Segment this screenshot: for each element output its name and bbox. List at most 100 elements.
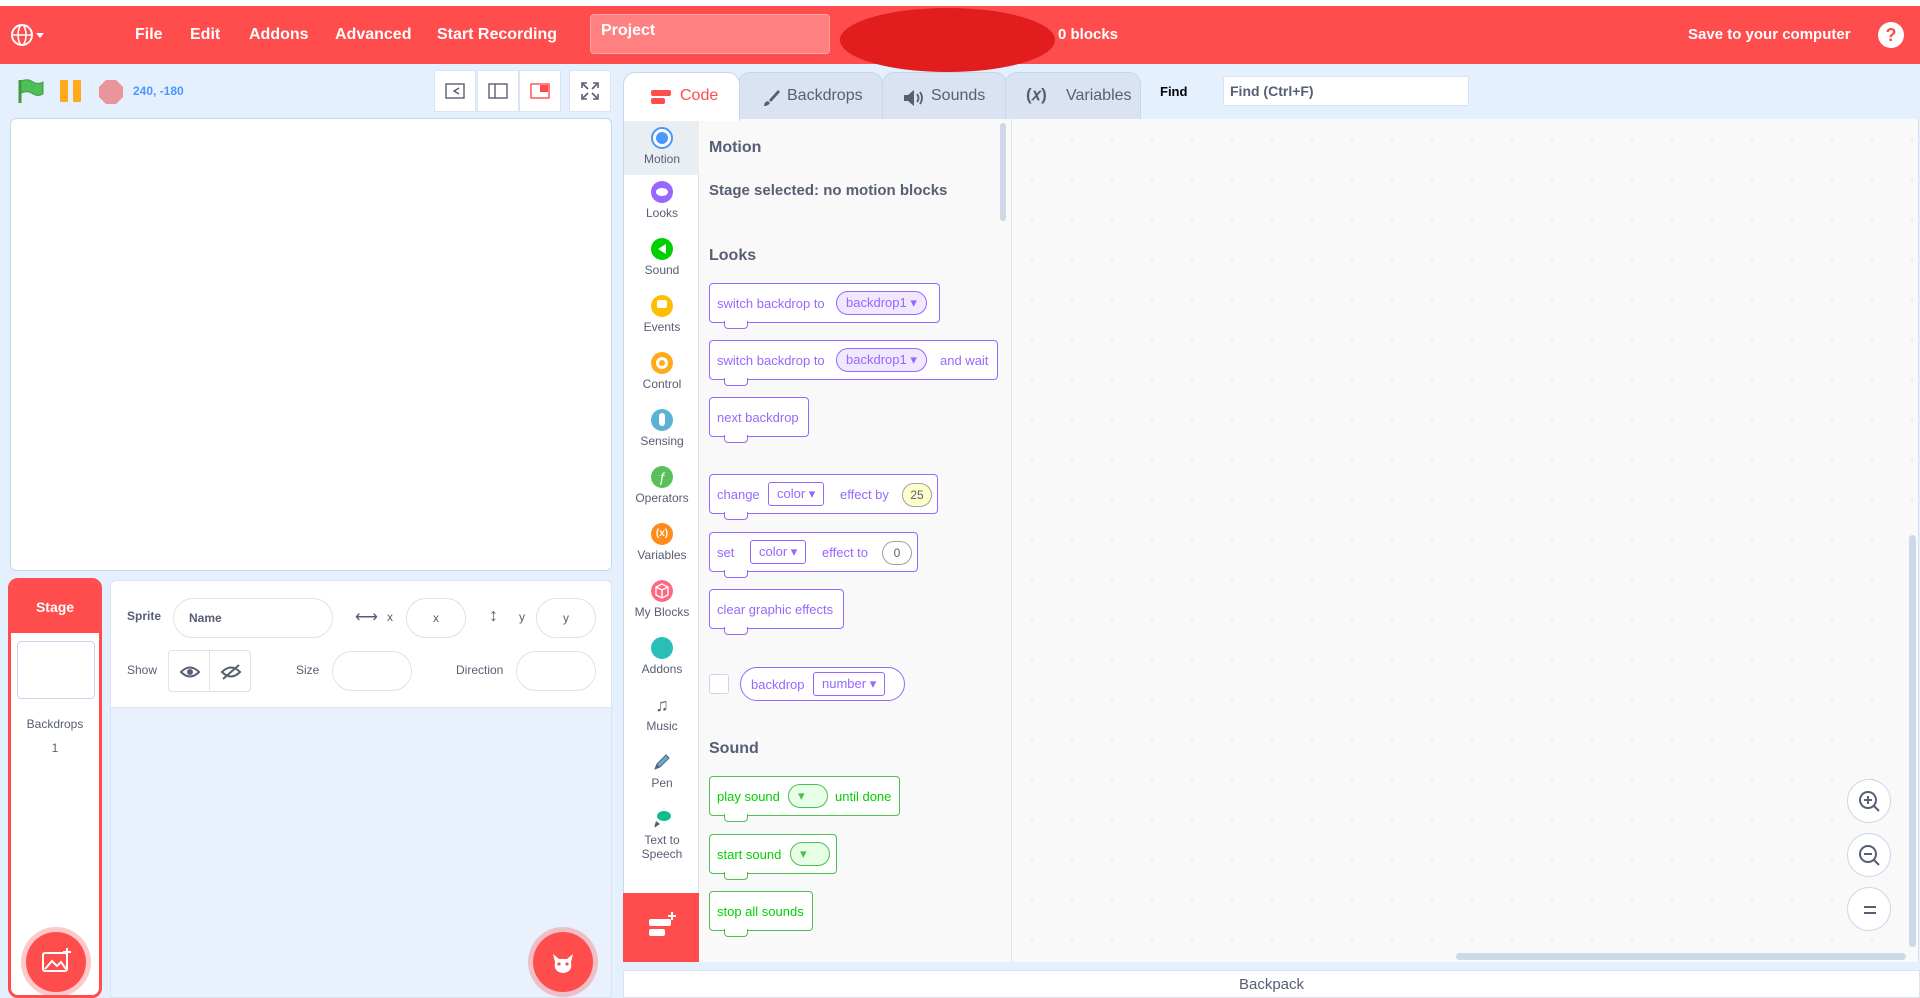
change-effect-block[interactable]: change color ▾ effect by 25 (709, 474, 938, 520)
stop-button[interactable] (98, 79, 124, 110)
start-sound-block[interactable]: start sound ▾ (709, 834, 837, 880)
tab-sounds[interactable]: Sounds (882, 72, 1007, 120)
effect-to-value[interactable]: 0 (882, 541, 912, 565)
menu-edit[interactable]: Edit (190, 6, 220, 64)
globe-icon (11, 24, 44, 46)
choose-sprite-button[interactable] (533, 932, 593, 992)
sprite-name-placeholder: Name (189, 611, 222, 625)
fullscreen-button[interactable] (569, 70, 611, 112)
normal-stage-button[interactable] (477, 70, 519, 112)
category-looks-label: Looks (645, 206, 679, 220)
pause-button[interactable] (58, 78, 84, 109)
category-operators-label: Operators (635, 491, 689, 505)
sprite-name-input[interactable]: Name (173, 598, 333, 638)
block-text: effect to (822, 545, 869, 560)
sensing-category-icon (651, 409, 673, 431)
category-operators[interactable]: ƒ Operators (624, 466, 700, 505)
backdrops-count: 1 (51, 741, 59, 755)
block-text: switch backdrop to (717, 296, 825, 311)
show-label: Show (127, 663, 158, 677)
effect-dropdown[interactable]: color ▾ (768, 482, 825, 506)
direction-input[interactable] (516, 651, 596, 691)
category-pen[interactable]: Pen (624, 751, 700, 790)
find-input[interactable]: Find (Ctrl+F) (1223, 76, 1469, 106)
block-text: switch backdrop to (717, 353, 825, 368)
find-label: Find (1160, 84, 1188, 99)
category-motion[interactable]: Motion (624, 119, 700, 175)
workspace-vertical-scrollbar[interactable] (1909, 535, 1916, 947)
category-sensing[interactable]: Sensing (624, 409, 700, 448)
block-notch (724, 378, 748, 386)
tab-code[interactable]: Code (623, 72, 740, 121)
y-input[interactable]: y (536, 598, 596, 638)
category-my-blocks[interactable]: My Blocks (624, 580, 700, 619)
category-sound[interactable]: Sound (624, 238, 700, 277)
fullscreen-icon (581, 82, 599, 100)
speech-bubble-icon (654, 811, 671, 828)
palette-scrollbar[interactable] (1000, 123, 1006, 221)
switch-backdrop-block[interactable]: switch backdrop to backdrop1 ▾ (709, 283, 940, 329)
category-events[interactable]: Events (624, 295, 700, 334)
sound-dropdown[interactable]: ▾ (788, 784, 828, 808)
menu-start-recording[interactable]: Start Recording (437, 6, 557, 64)
category-looks[interactable]: Looks (624, 181, 700, 220)
menu-advanced[interactable]: Advanced (335, 6, 411, 64)
set-effect-block[interactable]: set color ▾ effect to 0 (709, 532, 918, 578)
cat-icon (553, 954, 573, 973)
size-input[interactable] (332, 651, 412, 691)
effect-dropdown[interactable]: color ▾ (750, 540, 807, 564)
stage-layout-toggle[interactable] (519, 70, 561, 112)
show-visible-button[interactable] (168, 650, 210, 692)
switch-backdrop-and-wait-block[interactable]: switch backdrop to backdrop1 ▾ and wait (709, 340, 998, 386)
code-workspace[interactable] (1012, 119, 1919, 962)
next-backdrop-block[interactable]: next backdrop (709, 397, 809, 443)
tab-code-label: Code (680, 87, 719, 104)
category-text-to-speech-label: Text to (644, 833, 680, 847)
zoom-reset-button[interactable] (1847, 887, 1891, 931)
add-extension-button[interactable] (623, 893, 699, 962)
x-input[interactable]: x (406, 598, 466, 638)
backdrop-dropdown[interactable]: backdrop1 ▾ (836, 348, 927, 372)
category-addons[interactable]: Addons (624, 637, 700, 676)
stop-all-sounds-block[interactable]: stop all sounds (709, 891, 813, 937)
backdrop-dropdown[interactable]: backdrop1 ▾ (836, 291, 927, 315)
category-variables[interactable]: (x) Variables (624, 523, 700, 562)
language-menu[interactable] (10, 6, 46, 64)
tab-backdrops[interactable]: Backdrops (738, 72, 883, 120)
project-title-input[interactable]: Project (590, 14, 830, 54)
save-to-computer-button[interactable]: Save to your computer (1688, 6, 1851, 64)
operators-category-icon: ƒ (651, 466, 673, 488)
block-text: until done (835, 789, 892, 804)
show-hidden-button[interactable] (209, 650, 251, 692)
y-label: y (519, 610, 525, 624)
category-text-to-speech[interactable]: Text to Speech (624, 808, 700, 861)
clear-graphic-effects-block[interactable]: clear graphic effects (709, 589, 844, 635)
category-control[interactable]: Control (624, 352, 700, 391)
green-flag-button[interactable] (16, 78, 44, 109)
backdrop-number-reporter[interactable]: backdrop number ▾ (740, 667, 905, 701)
help-icon[interactable]: ? (1878, 22, 1904, 48)
backdrop-number-checkbox[interactable] (709, 674, 729, 694)
tab-variables[interactable]: (𝑥) Variables (1005, 72, 1141, 120)
size-label: Size (296, 663, 320, 677)
backpack[interactable]: Backpack (623, 970, 1920, 998)
add-backdrop-button[interactable] (26, 932, 86, 992)
zoom-out-button[interactable] (1847, 833, 1891, 877)
menu-file[interactable]: File (135, 6, 163, 64)
category-music[interactable]: ♫ Music (624, 694, 700, 733)
stage-canvas[interactable] (10, 118, 612, 571)
workspace-horizontal-scrollbar[interactable] (1456, 953, 1906, 960)
effect-dropdown-value: color (777, 486, 806, 501)
theme-toggle[interactable] (76, 6, 100, 64)
small-stage-button[interactable] (434, 70, 476, 112)
play-sound-until-done-block[interactable]: play sound ▾ until done (709, 776, 900, 822)
tab-sounds-label: Sounds (931, 87, 986, 104)
zoom-out-icon (1859, 845, 1880, 866)
category-music-label: Music (646, 719, 678, 733)
backdrop-property-dropdown[interactable]: number ▾ (813, 672, 886, 696)
menu-addons[interactable]: Addons (249, 6, 309, 64)
zoom-in-button[interactable] (1847, 779, 1891, 823)
sound-dropdown[interactable]: ▾ (790, 842, 830, 866)
effect-by-value[interactable]: 25 (902, 483, 932, 507)
speaker-icon (904, 90, 923, 106)
